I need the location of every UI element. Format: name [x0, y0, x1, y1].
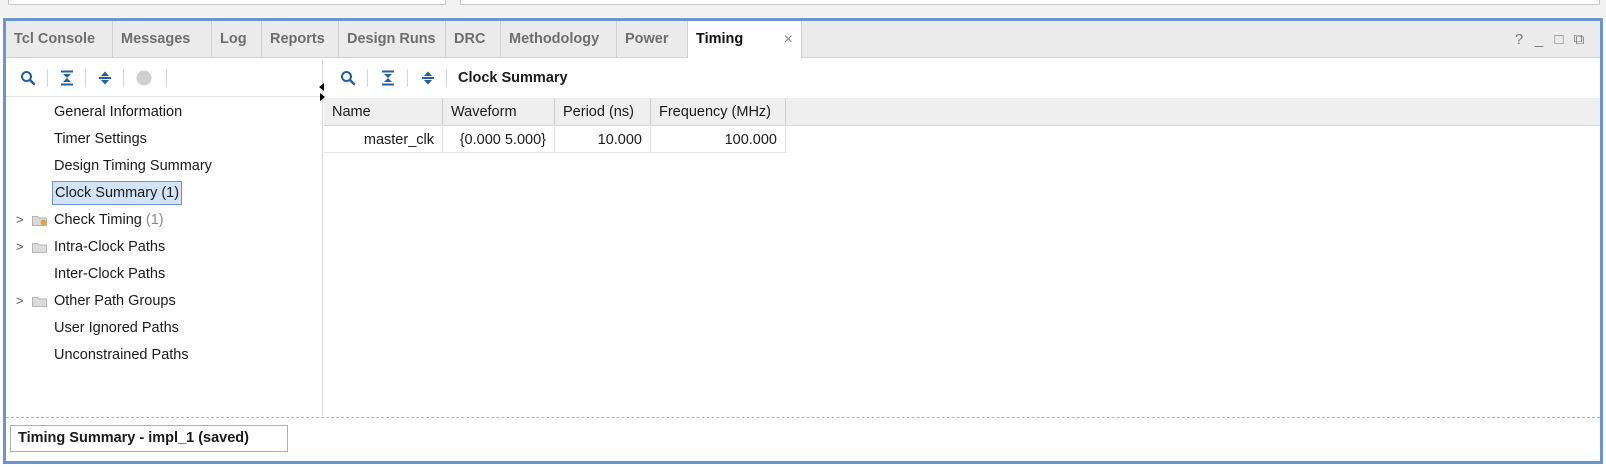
help-icon[interactable]: ?	[1510, 21, 1530, 58]
search-icon[interactable]	[334, 59, 362, 97]
cell-waveform: {0.000 5.000}	[443, 127, 555, 153]
top-panel-strip	[0, 0, 1606, 17]
cell-frequency: 100.000	[651, 127, 786, 153]
toolbar-separator	[407, 69, 408, 87]
tab-timing[interactable]: Timing ×	[688, 21, 802, 58]
chevron-right-icon[interactable]: >	[16, 235, 24, 259]
window-controls: ? _ □ ⧉	[1510, 21, 1590, 58]
top-right-panel-edge	[460, 0, 1600, 5]
tab-label: Tcl Console	[14, 31, 96, 47]
stop-icon[interactable]	[130, 59, 158, 97]
float-icon[interactable]: ⧉	[1570, 21, 1590, 58]
tree-item-label: User Ignored Paths	[54, 320, 179, 336]
column-header-name[interactable]: Name	[324, 98, 443, 126]
tab-log[interactable]: Log	[212, 21, 262, 58]
tree-item-clock-summary[interactable]: Clock Summary (1)	[6, 181, 322, 205]
collapse-all-icon[interactable]	[374, 59, 402, 97]
timing-panel: Tcl Console Messages Log Reports Design …	[3, 18, 1603, 464]
divider	[6, 417, 1600, 418]
tab-label: Messages	[121, 31, 191, 47]
toolbar-separator	[166, 69, 167, 87]
tree-item-general-information[interactable]: General Information	[6, 100, 322, 124]
tree-item-label: Timer Settings	[54, 131, 147, 147]
detail-toolbar: Clock Summary	[324, 59, 1600, 97]
chevron-right-icon[interactable]: >	[16, 208, 24, 232]
tab-label: Power	[625, 31, 669, 47]
table-header: Name Waveform Period (ns) Frequency (MHz…	[324, 98, 1600, 126]
tree-item-check-timing[interactable]: > Check Timing (1)	[6, 208, 322, 232]
column-header-frequency[interactable]: Frequency (MHz)	[651, 98, 786, 126]
cell-period: 10.000	[555, 127, 651, 153]
top-left-panel-edge	[8, 0, 446, 5]
folder-icon	[32, 243, 47, 253]
tab-label: Log	[220, 31, 247, 47]
tree-item-timer-settings[interactable]: Timer Settings	[6, 127, 322, 151]
tab-methodology[interactable]: Methodology	[501, 21, 617, 58]
tree-item-label: Clock Summary (1)	[52, 181, 183, 205]
report-tree-pane: General Information Timer Settings Desig…	[6, 59, 323, 416]
toolbar-separator	[367, 69, 368, 87]
minimize-icon[interactable]: _	[1530, 21, 1550, 58]
table-row[interactable]: master_clk {0.000 5.000} 10.000 100.000	[324, 127, 790, 153]
tree-item-label: Inter-Clock Paths	[54, 266, 166, 282]
folder-warning-icon	[32, 216, 47, 226]
tab-power[interactable]: Power	[617, 21, 688, 58]
tree-item-intra-clock-paths[interactable]: > Intra-Clock Paths	[6, 235, 322, 259]
tab-label: Reports	[270, 31, 325, 47]
tree-item-label: Design Timing Summary	[54, 158, 212, 174]
search-icon[interactable]	[14, 59, 42, 97]
tab-drc[interactable]: DRC	[446, 21, 501, 58]
tab-label: DRC	[454, 31, 486, 47]
tree-item-count: (1)	[145, 212, 164, 228]
tab-reports[interactable]: Reports	[262, 21, 339, 58]
tree-item-label: Unconstrained Paths	[54, 347, 189, 363]
tree-item-inter-clock-paths[interactable]: Inter-Clock Paths	[6, 262, 322, 286]
tree-item-other-path-groups[interactable]: > Other Path Groups	[6, 289, 322, 313]
tree-item-label: Intra-Clock Paths	[54, 239, 166, 255]
tab-tcl-console[interactable]: Tcl Console	[6, 21, 113, 58]
tab-bar: Tcl Console Messages Log Reports Design …	[6, 21, 1600, 58]
tree-item-unconstrained-paths[interactable]: Unconstrained Paths	[6, 343, 322, 367]
collapse-all-icon[interactable]	[53, 59, 81, 97]
toolbar-separator	[446, 69, 447, 87]
tree-toolbar	[6, 59, 322, 97]
clock-summary-pane: Clock Summary Name Waveform Period (ns) …	[324, 59, 1600, 416]
tree-item-label: General Information	[54, 104, 183, 120]
tree-item-label: Other Path Groups	[54, 293, 176, 309]
expand-all-icon[interactable]	[414, 59, 442, 97]
tab-label: Methodology	[509, 31, 600, 47]
toolbar-separator	[123, 69, 124, 87]
cell-name: master_clk	[324, 127, 443, 153]
close-icon[interactable]: ×	[784, 21, 793, 58]
folder-icon	[32, 297, 47, 307]
toolbar-separator	[85, 69, 86, 87]
tree-item-user-ignored-paths[interactable]: User Ignored Paths	[6, 316, 322, 340]
column-header-period[interactable]: Period (ns)	[555, 98, 651, 126]
tree-item-label: Check Timing	[54, 212, 142, 228]
tab-label: Design Runs	[347, 31, 436, 47]
tab-label: Timing	[696, 31, 744, 47]
maximize-icon[interactable]: □	[1550, 21, 1570, 58]
report-status-tab[interactable]: Timing Summary - impl_1 (saved)	[10, 425, 288, 452]
tab-messages[interactable]: Messages	[113, 21, 212, 58]
tree-item-design-timing-summary[interactable]: Design Timing Summary	[6, 154, 322, 178]
column-header-waveform[interactable]: Waveform	[443, 98, 555, 126]
expand-all-icon[interactable]	[91, 59, 119, 97]
toolbar-separator	[47, 69, 48, 87]
panel-title: Clock Summary	[458, 70, 568, 86]
tab-design-runs[interactable]: Design Runs	[339, 21, 446, 58]
chevron-right-icon[interactable]: >	[16, 289, 24, 313]
